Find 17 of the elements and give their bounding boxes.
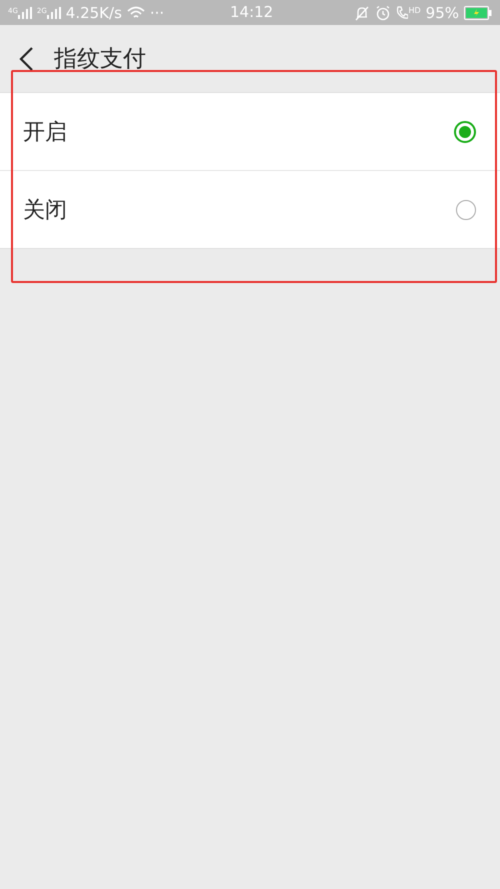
more-indicator: ··· bbox=[150, 4, 164, 22]
option-item[interactable]: 关闭 bbox=[0, 171, 500, 248]
radio-button[interactable] bbox=[454, 120, 476, 142]
page-title: 指纹支付 bbox=[54, 45, 146, 74]
signal-icon bbox=[46, 6, 61, 18]
signal-icon bbox=[18, 6, 32, 18]
bell-off-icon bbox=[354, 4, 370, 20]
alarm-icon bbox=[375, 4, 392, 20]
clock: 14:12 bbox=[230, 3, 274, 21]
phone-icon bbox=[396, 6, 408, 20]
hd-label: HD bbox=[408, 6, 421, 14]
radio-button[interactable] bbox=[456, 200, 476, 220]
back-icon[interactable] bbox=[18, 46, 34, 72]
network-speed: 4.25K/s bbox=[66, 4, 122, 22]
option-item[interactable]: 开启 bbox=[0, 93, 500, 171]
wifi-icon bbox=[126, 6, 145, 20]
battery-percent: 95% bbox=[426, 4, 459, 22]
